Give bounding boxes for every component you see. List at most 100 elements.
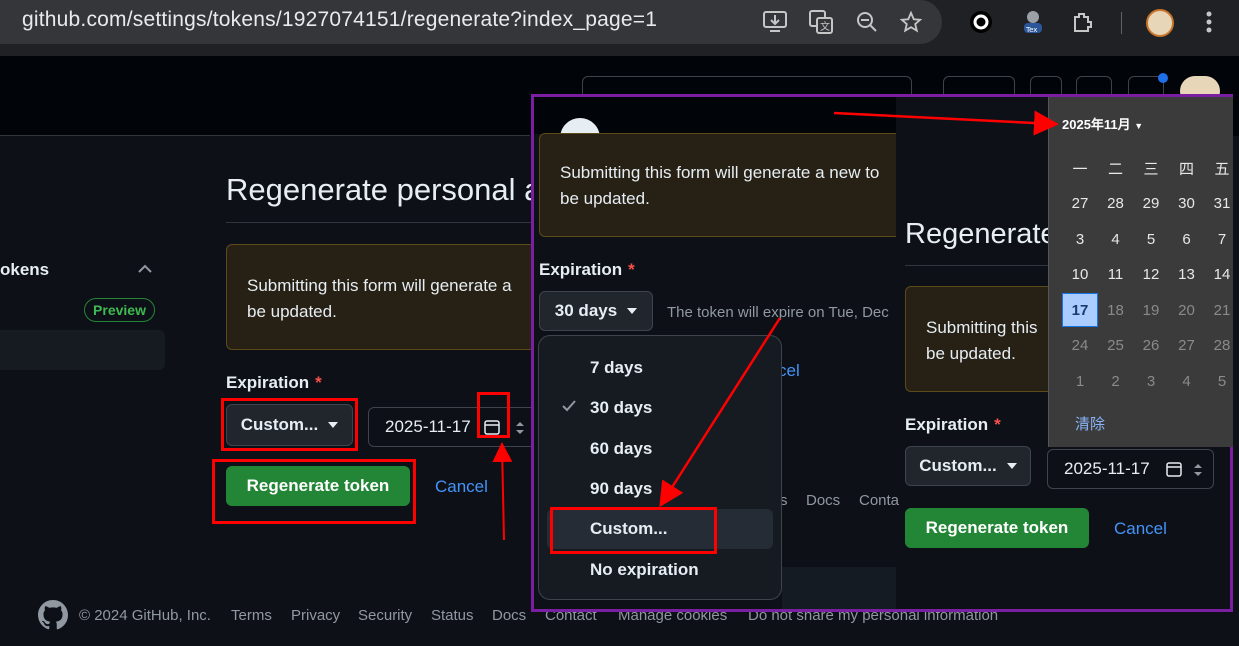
calendar-day[interactable]: 31	[1204, 187, 1239, 221]
calendar-day[interactable]: 24	[1062, 329, 1098, 363]
weekday-header: 五	[1214, 160, 1230, 178]
clear-button[interactable]: 清除	[1075, 413, 1105, 434]
overlay-flash-warning: Submitting this form will generate a new…	[539, 133, 899, 237]
annotation-box	[550, 507, 717, 554]
calendar-day[interactable]: 5	[1133, 222, 1169, 256]
footer-copyright: © 2024 GitHub, Inc.	[79, 607, 211, 624]
annotation-box	[477, 392, 510, 438]
overlay-expiration-select[interactable]: 30 days	[539, 291, 653, 331]
calendar-day[interactable]: 26	[1133, 329, 1169, 363]
calendar-day[interactable]: 10	[1062, 258, 1098, 292]
overlay-select-value: 30 days	[554, 301, 618, 320]
expire-note: The token will expire on Tue, Dec	[667, 304, 889, 321]
annotation-box	[221, 398, 358, 451]
overlay-right-flash: Submitting this be updated.	[905, 286, 1055, 392]
date-input[interactable]: 2025-11-17	[368, 407, 538, 447]
overlay-footer-link-docs[interactable]: Docs	[806, 492, 840, 509]
header-divider	[0, 135, 530, 136]
calendar-day[interactable]: 27	[1062, 187, 1098, 221]
footer-link-docs[interactable]: Docs	[492, 607, 526, 624]
calendar-day[interactable]: 11	[1098, 258, 1134, 292]
month-selector[interactable]: 2025年11月 ▼	[1062, 114, 1143, 133]
overlay-right-date-input[interactable]: 2025-11-17	[1047, 449, 1214, 489]
overlay-footer-link-contact[interactable]: Conta	[859, 492, 899, 509]
weekday-header: 三	[1143, 160, 1159, 178]
menu-icon[interactable]	[1194, 7, 1224, 37]
calendar-day[interactable]: 28	[1098, 187, 1134, 221]
caret-down-icon	[1006, 463, 1017, 469]
chevron-up-icon[interactable]	[136, 260, 154, 278]
date-picker-popup: 2025年11月 ▼ 一二三四五 27 28 29 30 31 3 4 5 6 7 10 11 12 13 1…	[1048, 97, 1233, 447]
dropdown-item-90-days[interactable]: 90 days	[539, 469, 783, 509]
overlay-page-title: Regenerate	[905, 218, 1057, 250]
calendar-day[interactable]: 27	[1169, 329, 1205, 363]
calendar-day[interactable]: 7	[1204, 222, 1239, 256]
calendar-day[interactable]: 19	[1133, 293, 1169, 327]
calendar-day-selected[interactable]: 17	[1062, 293, 1098, 327]
dropdown-item-7-days[interactable]: 7 days	[539, 348, 783, 388]
flash-text-line1: Submitting this form will generate a	[247, 276, 512, 295]
toolbar-divider	[1121, 12, 1122, 34]
address-bar[interactable]: github.com/settings/tokens/1927074151/re…	[0, 0, 942, 44]
svg-text:文: 文	[820, 20, 830, 33]
cancel-link[interactable]: Cancel	[435, 477, 488, 497]
annotation-box	[212, 459, 416, 524]
calendar-day[interactable]: 6	[1169, 222, 1205, 256]
calendar-icon[interactable]	[1166, 461, 1182, 477]
calendar-day[interactable]: 30	[1169, 187, 1205, 221]
calendar-day[interactable]: 29	[1133, 187, 1169, 221]
spinner-icon[interactable]	[514, 419, 526, 437]
calendar-day[interactable]: 28	[1204, 329, 1239, 363]
browser-toolbar: github.com/settings/tokens/1927074151/re…	[0, 0, 1239, 56]
footer-link-terms[interactable]: Terms	[231, 607, 272, 624]
calendar-day[interactable]: 18	[1098, 293, 1134, 327]
record-icon[interactable]	[966, 7, 996, 37]
calendar-day[interactable]: 3	[1133, 364, 1169, 398]
calendar-day[interactable]: 21	[1204, 293, 1239, 327]
footer-link-privacy[interactable]: Privacy	[291, 607, 340, 624]
extensions-icon[interactable]	[1068, 7, 1098, 37]
dropdown-item-no-expiration[interactable]: No expiration	[539, 550, 783, 590]
flash-text-line2: be updated.	[247, 302, 337, 321]
avatar[interactable]	[1146, 9, 1174, 37]
url-text[interactable]: github.com/settings/tokens/1927074151/re…	[22, 8, 657, 32]
sidebar-item-active[interactable]	[0, 330, 165, 370]
zoom-icon[interactable]	[852, 7, 882, 37]
overlay-right-cancel-link[interactable]: Cancel	[1114, 519, 1167, 539]
calendar-day[interactable]: 4	[1098, 222, 1134, 256]
calendar-day[interactable]: 1	[1062, 364, 1098, 398]
calendar-day[interactable]: 4	[1169, 364, 1205, 398]
overlay-right-expiration-select[interactable]: Custom...	[905, 446, 1031, 486]
dropdown-item-30-days[interactable]: 30 days	[539, 388, 783, 428]
preview-badge: Preview	[84, 298, 155, 322]
footer-link-status[interactable]: Status	[431, 607, 474, 624]
dropdown-item-60-days[interactable]: 60 days	[539, 429, 783, 469]
calendar-day[interactable]: 13	[1169, 258, 1205, 292]
sidebar-section-label: okens	[0, 260, 50, 279]
calendar-day[interactable]: 3	[1062, 222, 1098, 256]
overlay-flash-line2: be updated.	[560, 189, 650, 208]
overlay-footer-bar	[782, 567, 896, 609]
svg-text:Tex: Tex	[1025, 26, 1037, 34]
profile-extension-icon[interactable]: Tex	[1018, 7, 1048, 37]
calendar-day[interactable]: 20	[1169, 293, 1205, 327]
expiration-dropdown-menu: 7 days 30 days 60 days 90 days Custom...…	[538, 335, 782, 600]
caret-down-icon: ▼	[1134, 121, 1144, 131]
calendar-day[interactable]: 12	[1133, 258, 1169, 292]
star-icon[interactable]	[896, 7, 926, 37]
overlay-right-flash-line1: Submitting this	[926, 318, 1038, 337]
calendar-day[interactable]: 25	[1098, 329, 1134, 363]
install-icon[interactable]	[760, 7, 790, 37]
footer-link-security[interactable]: Security	[358, 607, 412, 624]
calendar-day[interactable]: 14	[1204, 258, 1239, 292]
spinner-icon[interactable]	[1192, 461, 1204, 479]
notification-dot	[1158, 73, 1168, 83]
title-divider	[226, 222, 531, 223]
github-logo-icon[interactable]	[38, 600, 69, 630]
overlay-regenerate-token-button[interactable]: Regenerate token	[905, 508, 1089, 548]
calendar-day[interactable]: 2	[1098, 364, 1134, 398]
overlay-flash-line1: Submitting this form will generate a new…	[560, 163, 880, 182]
calendar-day[interactable]: 5	[1204, 364, 1239, 398]
flash-warning: Submitting this form will generate a be …	[226, 244, 536, 350]
translate-icon[interactable]: 文	[806, 7, 836, 37]
